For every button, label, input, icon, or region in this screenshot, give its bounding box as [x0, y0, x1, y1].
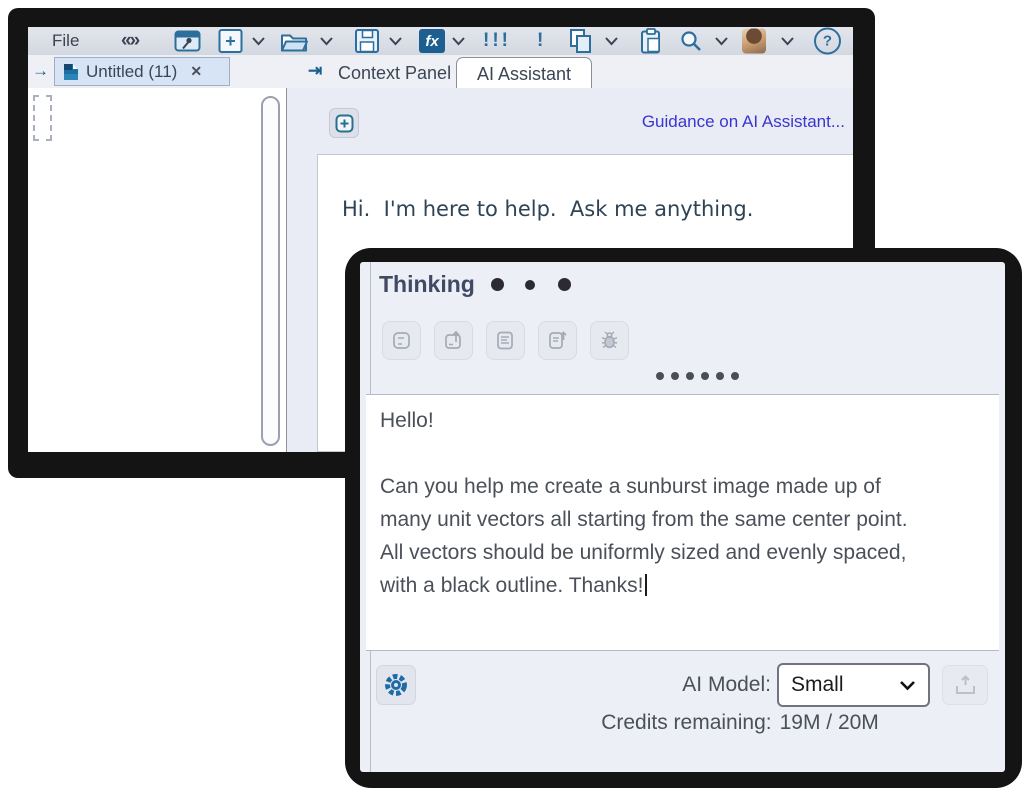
thinking-dialog: Thinking [345, 248, 1022, 788]
plus-icon [335, 114, 354, 133]
document-canvas[interactable] [28, 88, 287, 452]
empty-text-placeholder [33, 95, 52, 141]
dialog-toolbar [382, 321, 629, 360]
credits-value: 19M / 20M [780, 711, 879, 734]
toolbar: File «» [28, 27, 853, 56]
ai-model-select[interactable]: Small [777, 663, 930, 707]
zoom-button[interactable] [679, 29, 703, 53]
dock-to-bar-icon[interactable]: ⇥ [308, 61, 322, 81]
new-button[interactable] [218, 29, 243, 54]
ai-model-value: Small [791, 673, 899, 697]
open-dropdown[interactable] [319, 36, 334, 46]
prompt-input[interactable]: Hello! Can you help me create a sunburst… [366, 394, 999, 651]
progress-dots [360, 372, 1005, 380]
assistant-greeting: Hi. I'm here to help. Ask me anything. [342, 197, 843, 221]
note-button[interactable] [382, 321, 421, 360]
new-conversation-button[interactable] [329, 108, 359, 138]
bug-icon [599, 330, 620, 351]
double-chevron-icon[interactable]: «» [121, 30, 138, 52]
account-dropdown[interactable] [780, 36, 795, 46]
save-button[interactable] [354, 28, 380, 54]
triple-exclaim-button[interactable]: !!! [483, 30, 511, 52]
function-fx-icon: fx [419, 29, 445, 53]
text-cursor [645, 574, 647, 596]
guidance-link[interactable]: Guidance on AI Assistant... [642, 112, 845, 132]
open-folder-icon [280, 29, 309, 54]
chevron-down-icon [899, 680, 916, 691]
close-icon[interactable]: ✕ [190, 63, 202, 80]
dock-left-icon[interactable]: → [32, 61, 49, 81]
zoom-dropdown[interactable] [714, 36, 729, 46]
script-export-button[interactable] [538, 321, 577, 360]
credits-label: Credits remaining: [601, 711, 771, 734]
document-lines-icon [495, 330, 516, 351]
dialog-title: Thinking [379, 271, 475, 298]
account-button[interactable] [742, 29, 766, 54]
note-icon [391, 330, 412, 351]
open-button[interactable] [280, 29, 309, 54]
dialog-settings-row: AI Model: Small [366, 661, 999, 709]
chevron-down-icon [780, 36, 795, 46]
pin-window-icon [174, 29, 201, 54]
chevron-down-icon [451, 36, 466, 46]
chevron-down-icon [319, 36, 334, 46]
new-plus-icon [218, 29, 243, 54]
help-icon: ? [814, 28, 841, 55]
copy-dropdown[interactable] [604, 36, 619, 46]
send-button[interactable] [942, 665, 988, 705]
chevron-down-icon [604, 36, 619, 46]
prompt-text: Hello! Can you help me create a sunburst… [380, 409, 908, 597]
credits-row: Credits remaining: 19M / 20M [360, 711, 1005, 735]
help-button[interactable]: ? [814, 28, 841, 55]
thinking-dot [525, 280, 535, 290]
chevron-down-icon [388, 36, 403, 46]
function-dropdown[interactable] [451, 36, 466, 46]
tab-context-panel[interactable]: Context Panel [328, 59, 461, 87]
paste-icon [638, 28, 664, 55]
gear-icon [381, 670, 411, 700]
ai-model-label: AI Model: [682, 673, 771, 697]
tab-row: → Untitled (11) ✕ ⇥ Context Panel AI Ass… [28, 55, 853, 89]
export-button[interactable] [434, 321, 473, 360]
export-up-icon [443, 330, 464, 351]
document-tab-label: Untitled (11) [86, 62, 177, 82]
search-icon [679, 29, 703, 53]
user-avatar [742, 29, 766, 54]
document-tab-icon [63, 63, 79, 81]
document-export-icon [547, 330, 568, 351]
panel-divider [287, 88, 304, 452]
chevron-down-icon [251, 36, 266, 46]
paste-button[interactable] [638, 28, 664, 55]
file-menu[interactable]: File [52, 31, 79, 51]
save-dropdown[interactable] [388, 36, 403, 46]
script-button[interactable] [486, 321, 525, 360]
chevron-down-icon [714, 36, 729, 46]
pin-window-button[interactable] [174, 29, 201, 54]
send-icon [950, 672, 980, 698]
debug-button[interactable] [590, 321, 629, 360]
dialog-title-row: Thinking [379, 271, 571, 298]
document-tab[interactable]: Untitled (11) ✕ [54, 57, 230, 86]
copy-button[interactable] [568, 28, 594, 54]
settings-button[interactable] [376, 665, 416, 705]
vertical-scrollbar[interactable] [261, 96, 280, 446]
function-button[interactable]: fx [419, 29, 445, 53]
exclaim-button[interactable]: ! [537, 30, 546, 52]
copy-icon [568, 28, 594, 54]
save-icon [354, 28, 380, 54]
thinking-dot [558, 278, 571, 291]
new-dropdown[interactable] [251, 36, 266, 46]
thinking-dot [491, 278, 504, 291]
tab-ai-assistant[interactable]: AI Assistant [456, 57, 592, 90]
screenshot-root: File «» [0, 0, 1034, 800]
